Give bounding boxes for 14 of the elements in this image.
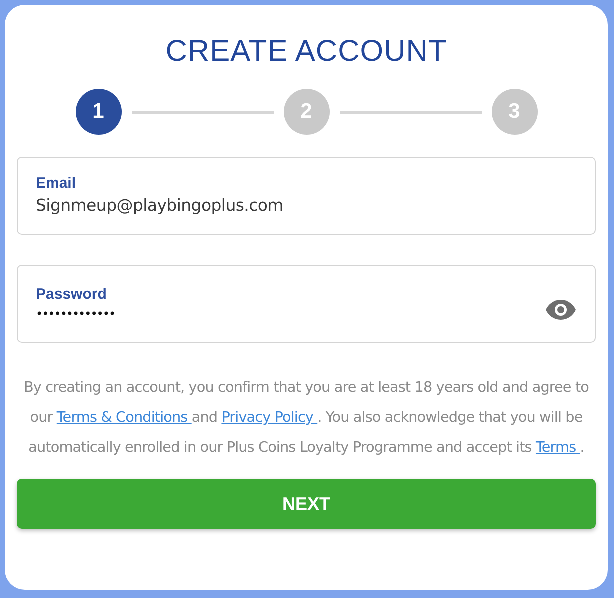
field-value: Signmeup@playbingoplus.com [36, 196, 284, 215]
email-field[interactable]: Email Signmeup@playbingoplus.com [17, 157, 596, 235]
password-field[interactable]: Password ••••••••••••• [17, 265, 596, 343]
terms-link[interactable]: Terms & Conditions [56, 410, 192, 426]
terms-link[interactable]: Terms [536, 440, 580, 456]
field-value: ••••••••••••• [36, 306, 116, 320]
eye-icon[interactable] [545, 299, 577, 321]
consent-text: By creating an account, you confirm that you are at least 18 years old and agree to our Terms & Conditions and Privacy Policy . You also acknowledge that you will be automatically enrolled in our Plus Coins Loyalty Programme and accept its Terms . [22, 379, 590, 458]
field-label: Email [36, 175, 78, 192]
page-title: CREATE ACCOUNT [166, 35, 448, 69]
field-label: Password [36, 286, 108, 302]
terms-link[interactable]: Privacy Policy [222, 410, 318, 426]
next-button[interactable]: NEXT [17, 479, 596, 529]
step-indicator: 1 [76, 89, 122, 135]
